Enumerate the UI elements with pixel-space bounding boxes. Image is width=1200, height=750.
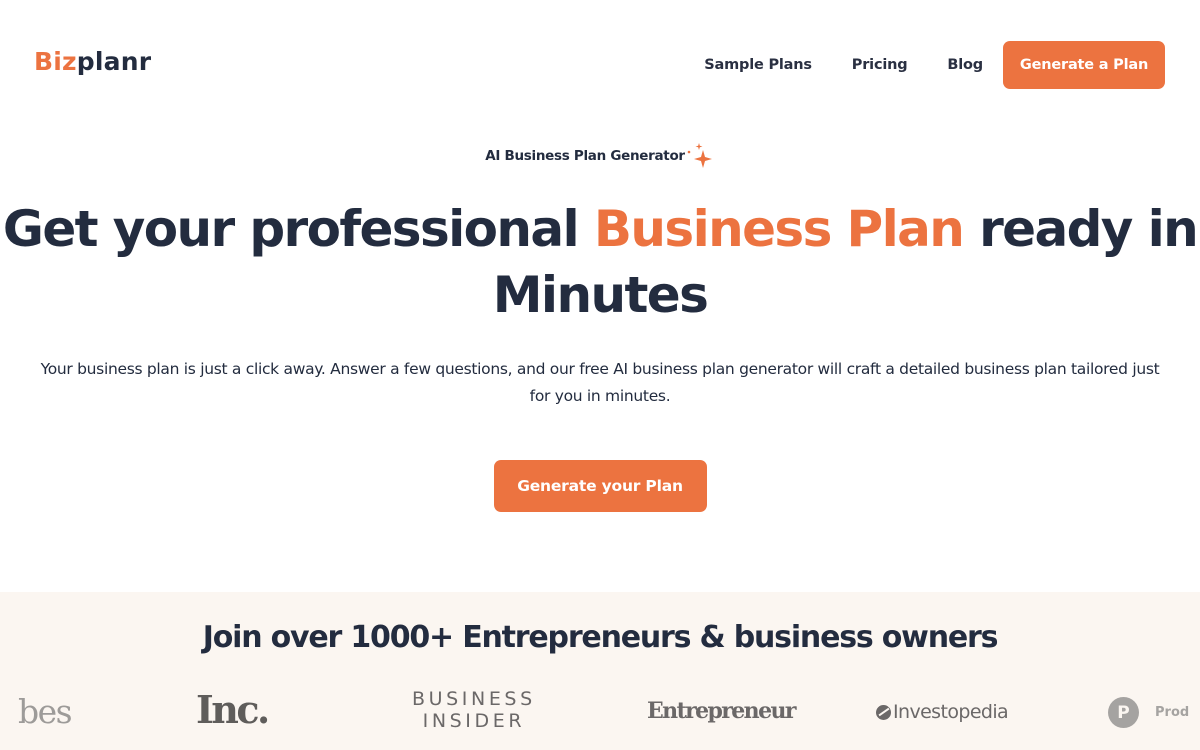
nav-link-sample-plans[interactable]: Sample Plans (704, 57, 812, 73)
business-insider-line1: BUSINESS (412, 688, 536, 710)
headline-text-start: Get your professional (2, 200, 594, 258)
main-nav: Sample Plans Pricing Blog Generate a Pla… (704, 41, 1165, 89)
hero-headline: Get your professional Business Plan read… (0, 196, 1200, 328)
investopedia-wordmark: Investopedia (893, 701, 1009, 723)
product-hunt-logo: P Prod (1108, 697, 1189, 728)
investopedia-logo: Investopedia (876, 698, 1009, 726)
hero-subtitle: Your business plan is just a click away.… (40, 360, 1160, 405)
social-proof-title: Join over 1000+ Entrepreneurs & business… (202, 620, 999, 655)
nav-link-pricing[interactable]: Pricing (852, 57, 908, 73)
entrepreneur-logo: Entrepreneur (647, 698, 796, 724)
eyebrow: AI Business Plan Generator (0, 136, 1200, 176)
product-hunt-wordmark: Prod (1155, 705, 1190, 720)
business-insider-line2: INSIDER (422, 710, 526, 732)
headline-accent: Business Plan (593, 200, 965, 258)
social-proof-section: Join over 1000+ Entrepreneurs & business… (0, 592, 1200, 750)
nav-link-blog[interactable]: Blog (947, 57, 983, 73)
logo-part-biz: Biz (34, 47, 77, 76)
bizplanr-logo[interactable]: Bizplanr (34, 46, 151, 78)
eyebrow-label: AI Business Plan Generator (485, 148, 685, 164)
generate-your-plan-button[interactable]: Generate your Plan (493, 460, 707, 512)
logo-part-planr: planr (76, 47, 152, 76)
investopedia-mark-icon (876, 704, 891, 720)
business-insider-logo: BUSINESS INSIDER (412, 688, 536, 732)
site-header: Bizplanr Sample Plans Pricing Blog Gener… (0, 0, 1200, 128)
press-logos: bes Inc. BUSINESS INSIDER Entrepreneur I… (0, 684, 1200, 744)
forbes-logo: bes (18, 692, 73, 731)
generate-a-plan-button[interactable]: Generate a Plan (1003, 41, 1165, 89)
sparkle-icon (685, 142, 715, 172)
inc-logo: Inc. (196, 687, 270, 732)
product-hunt-p-icon: P (1108, 697, 1139, 728)
